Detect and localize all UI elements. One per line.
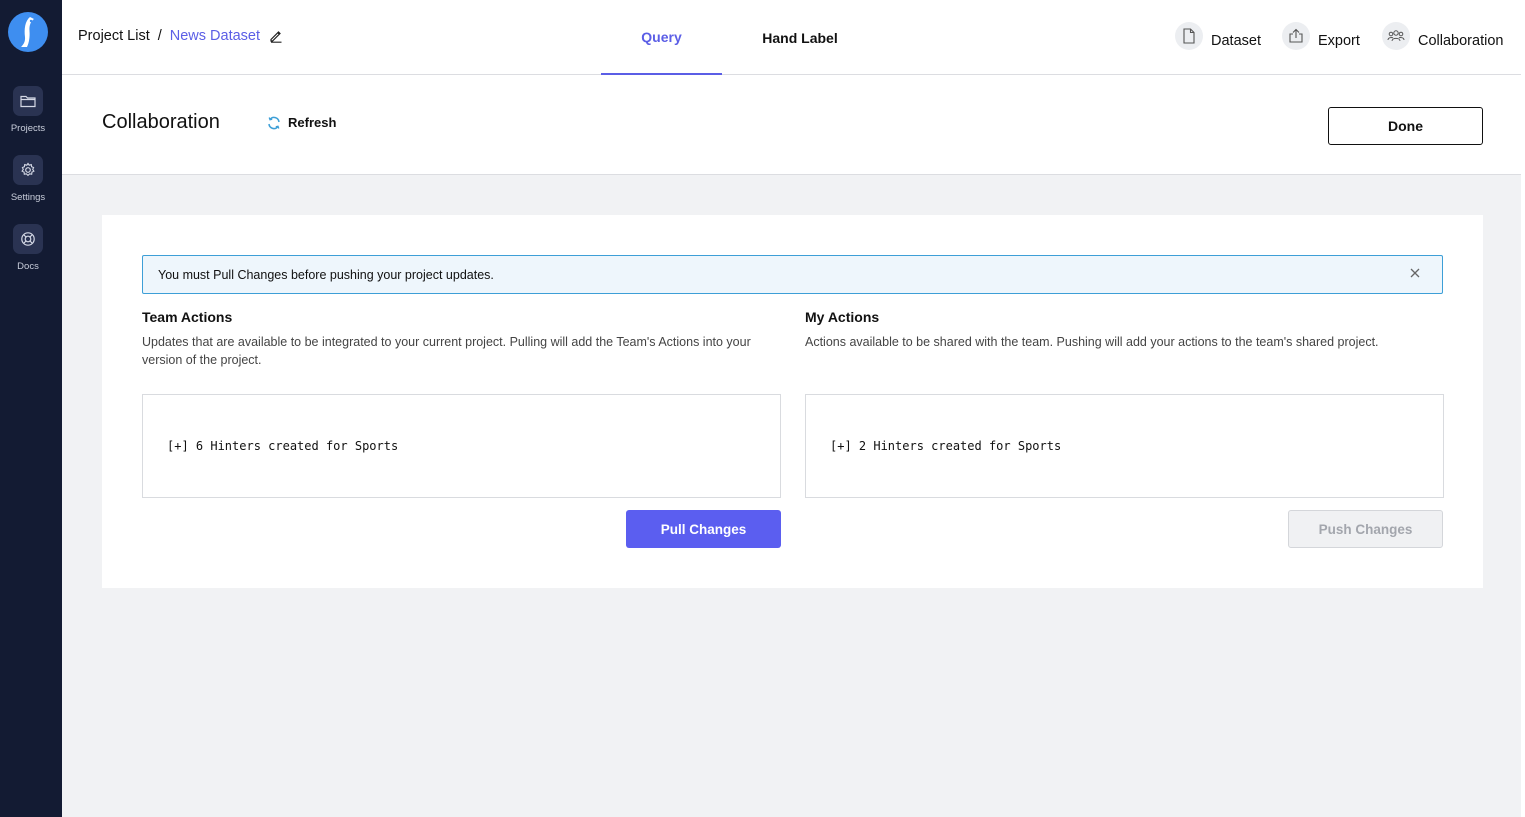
dataset-label: Dataset xyxy=(1211,33,1261,49)
refresh-label: Refresh xyxy=(288,115,337,130)
team-description-line: version of the project. xyxy=(142,353,262,367)
lifebuoy-icon xyxy=(13,224,43,254)
pull-changes-button[interactable]: Pull Changes xyxy=(626,510,781,548)
breadcrumb-current-project: News Dataset xyxy=(169,28,261,44)
gear-icon xyxy=(13,155,43,185)
document-icon xyxy=(1175,22,1203,50)
users-icon xyxy=(1382,22,1410,50)
top-header: Project List / News Dataset Query Hand L… xyxy=(62,0,1525,75)
sidebar: Projects Settings Docs xyxy=(0,0,62,817)
export-button[interactable]: Export xyxy=(1282,22,1360,50)
refresh-icon xyxy=(268,116,280,129)
sidebar-item-label: Docs xyxy=(17,261,39,272)
info-alert: You must Pull Changes before pushing you… xyxy=(142,255,1443,294)
refresh-button[interactable]: Refresh xyxy=(267,115,336,130)
dataset-button[interactable]: Dataset xyxy=(1175,22,1261,50)
team-change-item: [+] 6 Hinters created for Sports xyxy=(167,439,399,453)
my-change-item: [+] 2 Hinters created for Sports xyxy=(830,439,1062,453)
breadcrumb-separator: / xyxy=(157,28,162,44)
window-edge xyxy=(1521,0,1525,817)
done-button[interactable]: Done xyxy=(1328,107,1483,145)
collaboration-label: Collaboration xyxy=(1418,33,1504,49)
export-label: Export xyxy=(1318,33,1360,49)
my-actions-description: Actions available to be shared with the … xyxy=(805,335,1379,349)
collaboration-button[interactable]: Collaboration xyxy=(1382,22,1503,50)
push-changes-button[interactable]: Push Changes xyxy=(1288,510,1443,548)
alert-message: You must Pull Changes before pushing you… xyxy=(158,267,494,282)
team-actions-title: Team Actions xyxy=(142,309,233,325)
pencil-icon[interactable] xyxy=(269,29,283,43)
sidebar-item-docs[interactable]: Docs xyxy=(0,224,56,272)
my-changes-box: [+] 2 Hinters created for Sports xyxy=(805,394,1444,498)
collaboration-panel: You must Pull Changes before pushing you… xyxy=(102,215,1483,588)
breadcrumb: Project List / News Dataset xyxy=(78,28,283,44)
team-changes-box: [+] 6 Hinters created for Sports xyxy=(142,394,781,498)
page-subheader: Collaboration Refresh Done xyxy=(62,75,1525,175)
page-title: Collaboration xyxy=(102,111,220,133)
folder-icon xyxy=(13,86,43,116)
sidebar-item-settings[interactable]: Settings xyxy=(0,155,56,203)
team-actions-description: Updates that are available to be integra… xyxy=(142,333,782,369)
penguin-logo-icon[interactable] xyxy=(8,12,48,52)
sidebar-item-projects[interactable]: Projects xyxy=(0,86,56,134)
breadcrumb-project-list[interactable]: Project List xyxy=(78,28,150,44)
sidebar-item-label: Settings xyxy=(10,192,46,203)
my-actions-title: My Actions xyxy=(805,309,880,325)
export-icon xyxy=(1282,22,1310,50)
tab-query[interactable]: Query xyxy=(601,0,722,75)
sidebar-item-label: Projects xyxy=(10,123,46,134)
close-icon[interactable] xyxy=(1410,268,1420,278)
tab-hand-label[interactable]: Hand Label xyxy=(740,0,860,75)
team-description-line: Updates that are available to be integra… xyxy=(142,335,751,349)
